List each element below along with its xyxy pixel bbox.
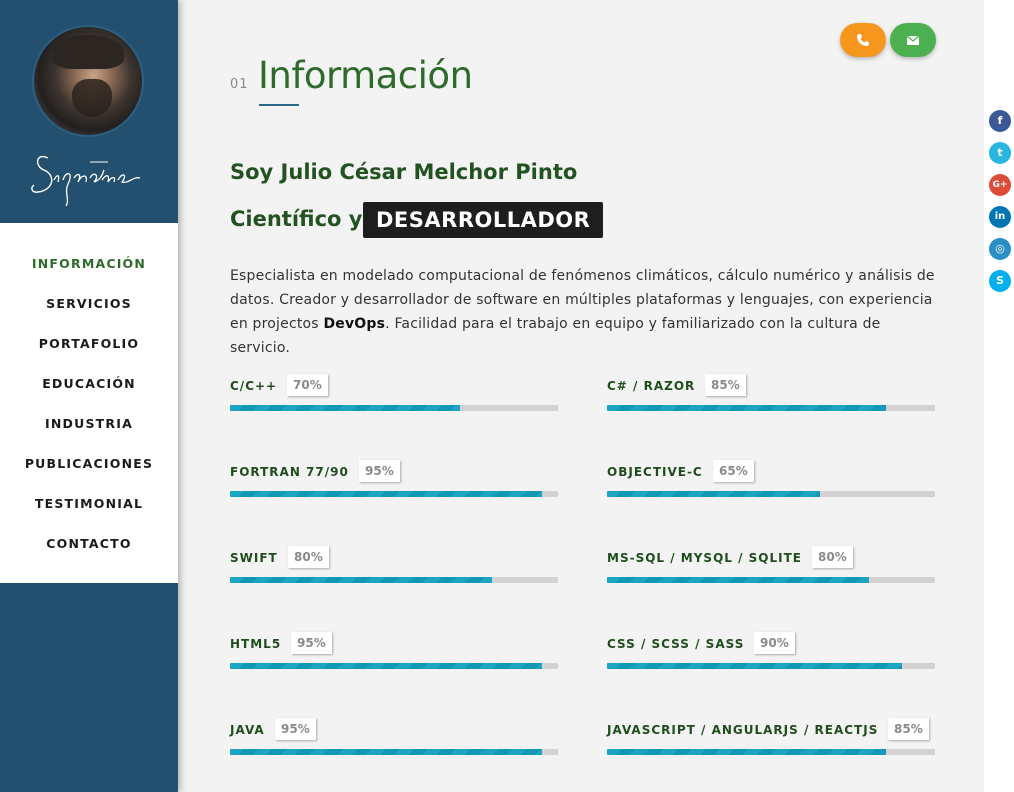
skill-progress-track (230, 663, 558, 669)
skill-label: SWIFT (230, 551, 278, 565)
skill-percent-badge: 85% (888, 718, 929, 740)
description: Especialista en modelado computacional d… (230, 264, 940, 360)
skill-percent-badge: 70% (287, 374, 328, 396)
skill-progress-fill (230, 491, 542, 497)
role-highlight: DESARROLLADOR (363, 202, 604, 238)
nav-item-educacion[interactable]: EDUCACIÓN (0, 376, 178, 391)
envelope-icon (906, 35, 920, 45)
skill-percent-badge: 95% (291, 632, 332, 654)
skill-percent-badge: 95% (275, 718, 316, 740)
skill-label: OBJECTIVE-C (607, 465, 703, 479)
skill-label: MS-SQL / MYSQL / SQLITE (607, 551, 802, 565)
skill-label: C# / RAZOR (607, 379, 696, 393)
skill-progress-fill (607, 749, 886, 755)
profile-header (0, 0, 178, 223)
linkedin-icon[interactable]: in (989, 206, 1011, 228)
section-number: 01 (230, 77, 249, 92)
twitter-icon[interactable]: t (989, 142, 1011, 164)
skill-progress-fill (607, 577, 870, 583)
name-heading: Soy Julio César Melchor Pinto (230, 160, 578, 184)
phone-button[interactable] (840, 23, 886, 57)
avatar-hat (52, 35, 124, 69)
avatar-beard (72, 79, 112, 117)
skill-progress-fill (230, 577, 493, 583)
skill-progress-fill (230, 663, 542, 669)
skill-progress-track (230, 405, 558, 411)
nav-item-contacto[interactable]: CONTACTO (0, 536, 178, 551)
title-underline (259, 104, 299, 106)
social-rail: f t G+ in ◎ S (984, 0, 1014, 792)
skill-progress-track (230, 749, 558, 755)
facebook-icon[interactable]: f (989, 110, 1011, 132)
sidebar: INFORMACIÓN SERVICIOS PORTAFOLIO EDUCACI… (0, 0, 178, 792)
skill-item: HTML5 95% (230, 632, 558, 672)
skill-item: CSS / SCSS / SASS 90% (607, 632, 935, 672)
section-title: Información (258, 54, 473, 97)
skill-progress-track (607, 491, 935, 497)
skype-icon[interactable]: S (989, 270, 1011, 292)
skill-percent-badge: 95% (359, 460, 400, 482)
avatar (32, 25, 144, 137)
skill-progress-fill (230, 405, 460, 411)
nav-item-servicios[interactable]: SERVICIOS (0, 296, 178, 311)
skill-label: JAVASCRIPT / ANGULARJS / REACTJS (607, 723, 879, 737)
skill-progress-track (230, 577, 558, 583)
skill-label: CSS / SCSS / SASS (607, 637, 745, 651)
skill-item: FORTRAN 77/90 95% (230, 460, 558, 500)
nav-item-industria[interactable]: INDUSTRIA (0, 416, 178, 431)
skill-progress-fill (607, 663, 903, 669)
nav-item-portafolio[interactable]: PORTAFOLIO (0, 336, 178, 351)
nav-item-testimonial[interactable]: TESTIMONIAL (0, 496, 178, 511)
skill-percent-badge: 80% (812, 546, 853, 568)
phone-icon (857, 34, 869, 46)
skill-item: JAVASCRIPT / ANGULARJS / REACTJS 85% (607, 718, 935, 758)
skill-item: OBJECTIVE-C 65% (607, 460, 935, 500)
skill-item: C/C++ 70% (230, 374, 558, 414)
skill-progress-track (230, 491, 558, 497)
skill-progress-fill (607, 491, 821, 497)
skill-label: JAVA (230, 723, 265, 737)
skill-progress-track (607, 663, 935, 669)
description-bold: DevOps (323, 316, 386, 332)
skill-percent-badge: 90% (754, 632, 795, 654)
main-nav: INFORMACIÓN SERVICIOS PORTAFOLIO EDUCACI… (0, 223, 178, 583)
skill-item: SWIFT 80% (230, 546, 558, 586)
nav-item-informacion[interactable]: INFORMACIÓN (0, 256, 178, 271)
skill-percent-badge: 80% (288, 546, 329, 568)
instagram-icon[interactable]: ◎ (989, 238, 1011, 260)
skill-label: C/C++ (230, 379, 278, 393)
skill-progress-fill (607, 405, 886, 411)
skill-progress-track (607, 749, 935, 755)
skill-item: JAVA 95% (230, 718, 558, 758)
skill-percent-badge: 65% (713, 460, 754, 482)
skill-label: FORTRAN 77/90 (230, 465, 349, 479)
skill-item: MS-SQL / MYSQL / SQLITE 80% (607, 546, 935, 586)
skill-progress-track (607, 577, 935, 583)
skill-label: HTML5 (230, 637, 282, 651)
email-button[interactable] (890, 23, 936, 57)
skill-percent-badge: 85% (705, 374, 746, 396)
signature-logo (31, 155, 141, 207)
google-plus-icon[interactable]: G+ (989, 174, 1011, 196)
nav-item-publicaciones[interactable]: PUBLICACIONES (0, 456, 178, 471)
skill-progress-fill (230, 749, 542, 755)
skill-progress-track (607, 405, 935, 411)
role-prefix: Científico y (230, 207, 363, 231)
skill-item: C# / RAZOR 85% (607, 374, 935, 414)
